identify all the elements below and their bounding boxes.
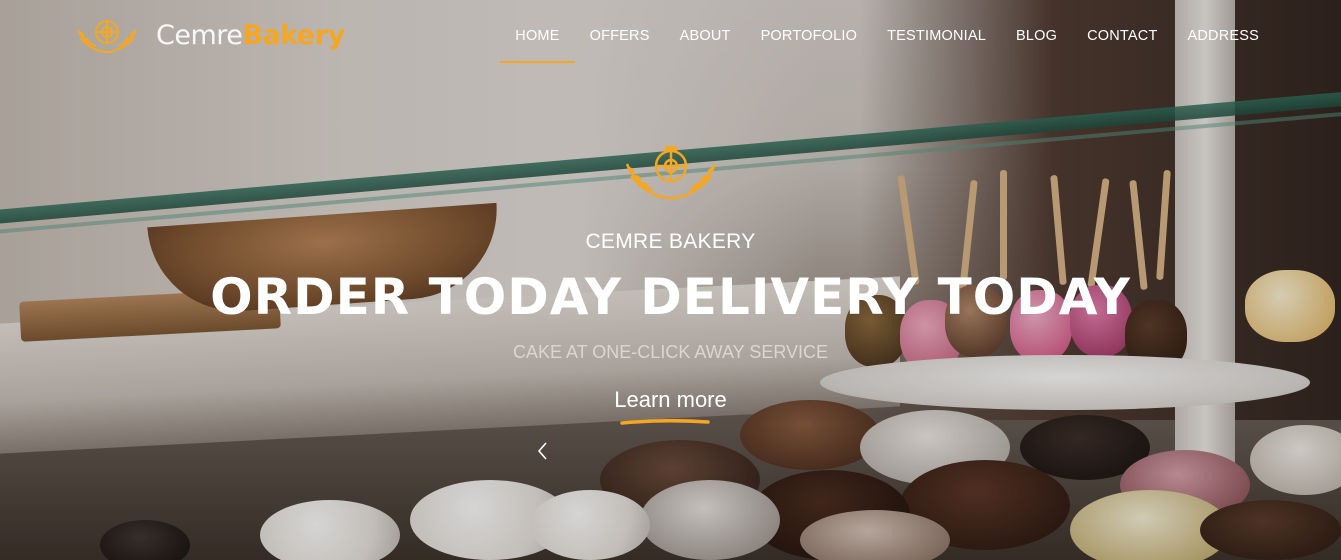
nav-item-address[interactable]: ADDRESS bbox=[1188, 28, 1260, 44]
brand-name-part1: Cemre bbox=[156, 19, 243, 51]
brand-name-part2: Bakery bbox=[242, 19, 345, 51]
bakery-logo-icon bbox=[77, 20, 137, 54]
nav-item-home[interactable]: HOME bbox=[500, 28, 576, 63]
hero-tagline: CAKE AT ONE-CLICK AWAY SERVICE bbox=[512, 342, 829, 362]
nav-item-portofolio[interactable]: PORTOFOLIO bbox=[761, 28, 858, 44]
bakery-emblem-icon bbox=[625, 146, 716, 200]
nav-item-contact[interactable]: CONTACT bbox=[1087, 28, 1157, 44]
hero-subtitle: CEMRE BAKERY bbox=[585, 230, 756, 253]
hero-headline: ORDER TODAY DELIVERY TODAY bbox=[210, 268, 1131, 326]
learn-more-label: Learn more bbox=[614, 387, 727, 412]
learn-more-link[interactable]: Learn more bbox=[614, 387, 727, 425]
site-header: CemreBakery HOME OFFERS ABOUT PORTOFOLIO… bbox=[0, 0, 1341, 76]
underline-swoosh-icon bbox=[620, 419, 710, 425]
nav-item-offers[interactable]: OFFERS bbox=[590, 28, 650, 44]
nav-item-about[interactable]: ABOUT bbox=[680, 28, 731, 44]
hero-section: CEMRE BAKERY ORDER TODAY DELIVERY TODAY … bbox=[0, 140, 1341, 425]
main-nav: HOME OFFERS ABOUT PORTOFOLIO TESTIMONIAL… bbox=[485, 28, 1260, 63]
brand-name: CemreBakery bbox=[156, 20, 345, 51]
site-logo[interactable]: CemreBakery bbox=[74, 12, 345, 58]
nav-item-blog[interactable]: BLOG bbox=[1016, 28, 1057, 44]
chevron-left-icon[interactable] bbox=[536, 441, 550, 461]
nav-item-testimonial[interactable]: TESTIMONIAL bbox=[887, 28, 986, 44]
